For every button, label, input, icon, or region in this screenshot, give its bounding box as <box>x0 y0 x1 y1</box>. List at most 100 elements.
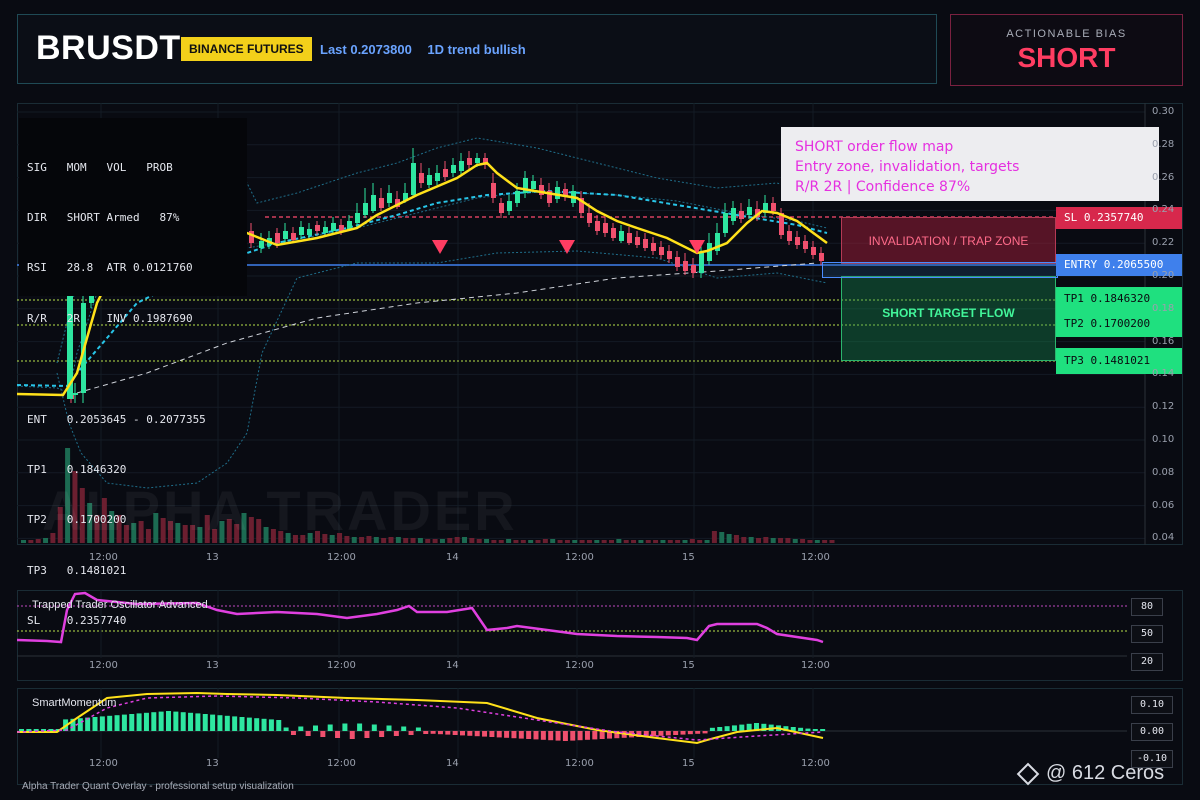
price-axis-label: 0.28 <box>1152 138 1175 150</box>
volume-bar <box>609 540 614 543</box>
invalidation-zone: INVALIDATION / TRAP ZONE <box>841 217 1056 264</box>
momentum-bar <box>313 725 318 731</box>
time-axis-label: 12:00 <box>801 660 830 671</box>
momentum-bar <box>695 731 701 734</box>
osc-level-80: 80 <box>1131 598 1163 616</box>
candle-body <box>427 175 432 185</box>
candle-body <box>507 201 512 211</box>
volume-bar <box>623 540 629 543</box>
price-axis-label: 0.14 <box>1152 368 1175 380</box>
brand-text: @ 612 Ceros <box>1046 762 1165 784</box>
momentum-bar <box>136 713 142 731</box>
momentum-bar <box>584 731 590 740</box>
candle-body <box>555 187 560 199</box>
momentum-bar <box>401 726 407 731</box>
volume-bar <box>601 540 607 543</box>
volume-bar <box>756 538 761 543</box>
candle-body <box>259 241 264 248</box>
candle-body <box>379 198 384 208</box>
volume-bar <box>682 540 688 543</box>
candle-body <box>659 247 664 255</box>
info-row: TP1 0.1846320 <box>27 462 127 476</box>
momentum-canvas[interactable] <box>17 688 1183 785</box>
candle-body <box>451 165 456 173</box>
momentum-bar <box>452 731 458 735</box>
volume-bar <box>675 540 681 543</box>
time-axis-label: 14 <box>446 552 459 563</box>
momentum-bar <box>437 731 443 735</box>
volume-bar <box>748 537 754 543</box>
volume-bar <box>557 540 563 543</box>
momentum-bar <box>533 731 539 740</box>
volume-bar <box>822 540 828 543</box>
candle-body <box>299 227 304 235</box>
momentum-bar <box>731 725 737 731</box>
exchange-badge: BINANCE FUTURES <box>181 37 312 61</box>
time-axis-label: 14 <box>446 758 459 769</box>
momentum-title: SmartMomentum <box>32 697 117 709</box>
momentum-bar <box>673 731 679 735</box>
volume-bar <box>763 537 769 543</box>
momentum-bar <box>298 726 304 731</box>
momentum-bar <box>349 731 355 739</box>
momentum-bar <box>805 728 811 731</box>
time-axis-label: 13 <box>206 552 219 563</box>
header-bar: BRUSDT BINANCE FUTURES Last 0.2073800 1D… <box>17 14 937 84</box>
momentum-bar <box>511 731 517 739</box>
candle-body <box>691 265 696 273</box>
candle-body <box>667 251 672 259</box>
volume-bar <box>564 540 570 543</box>
sell-signal-icon <box>432 240 448 254</box>
momentum-bar <box>702 731 708 734</box>
time-axis-label: 12:00 <box>565 758 594 769</box>
momentum-bar <box>173 711 179 731</box>
momentum-bar <box>151 712 157 731</box>
momentum-bar <box>239 717 245 731</box>
volume-bar <box>785 538 791 543</box>
candle-body <box>731 208 736 221</box>
candle-body <box>387 193 392 203</box>
candle-body <box>355 213 360 223</box>
candle-body <box>499 203 504 213</box>
momentum-bar <box>290 731 296 735</box>
momentum-bar <box>489 731 495 737</box>
momentum-bar <box>254 718 260 731</box>
price-axis-label: 0.30 <box>1152 106 1175 117</box>
momentum-bar <box>217 715 223 731</box>
momentum-bar <box>129 714 135 731</box>
momentum-bar <box>261 718 267 731</box>
candle-body <box>787 231 792 241</box>
candle-body <box>531 181 536 189</box>
momentum-bar <box>592 731 598 740</box>
target-zone: SHORT TARGET FLOW <box>841 276 1056 361</box>
volume-bar <box>770 538 776 543</box>
candle-body <box>331 223 336 231</box>
time-axis-label: 12:00 <box>801 758 830 769</box>
info-row: TP3 0.1481021 <box>27 563 127 577</box>
momentum-bar <box>423 731 429 734</box>
candle-body <box>803 241 808 249</box>
time-axis-label: 12:00 <box>327 660 356 671</box>
momentum-bar <box>430 731 436 734</box>
candle-body <box>683 261 688 271</box>
candle-body <box>771 203 776 211</box>
momentum-bar <box>283 727 289 731</box>
volume-bar <box>792 539 798 543</box>
candle-body <box>723 213 728 233</box>
volume-bar <box>594 540 600 543</box>
volume-bar <box>719 532 725 543</box>
momentum-bar <box>335 731 341 738</box>
momentum-bar <box>467 731 473 736</box>
volume-bar <box>21 540 26 543</box>
symbol-title[interactable]: BRUSDT <box>36 29 181 68</box>
info-row: DIR SHORT Armed 87% <box>27 210 180 224</box>
mom-level-top: 0.10 <box>1131 696 1173 714</box>
osc-level-20: 20 <box>1131 653 1163 671</box>
time-axis-label: 12:00 <box>89 758 118 769</box>
momentum-bar <box>665 731 671 736</box>
momentum-bar <box>724 726 730 731</box>
volume-bar <box>711 531 717 543</box>
volume-bar <box>542 539 548 543</box>
price-axis-label: 0.24 <box>1152 204 1175 216</box>
tp2-price-tag[interactable]: TP2 0.1700200 <box>1056 314 1182 334</box>
